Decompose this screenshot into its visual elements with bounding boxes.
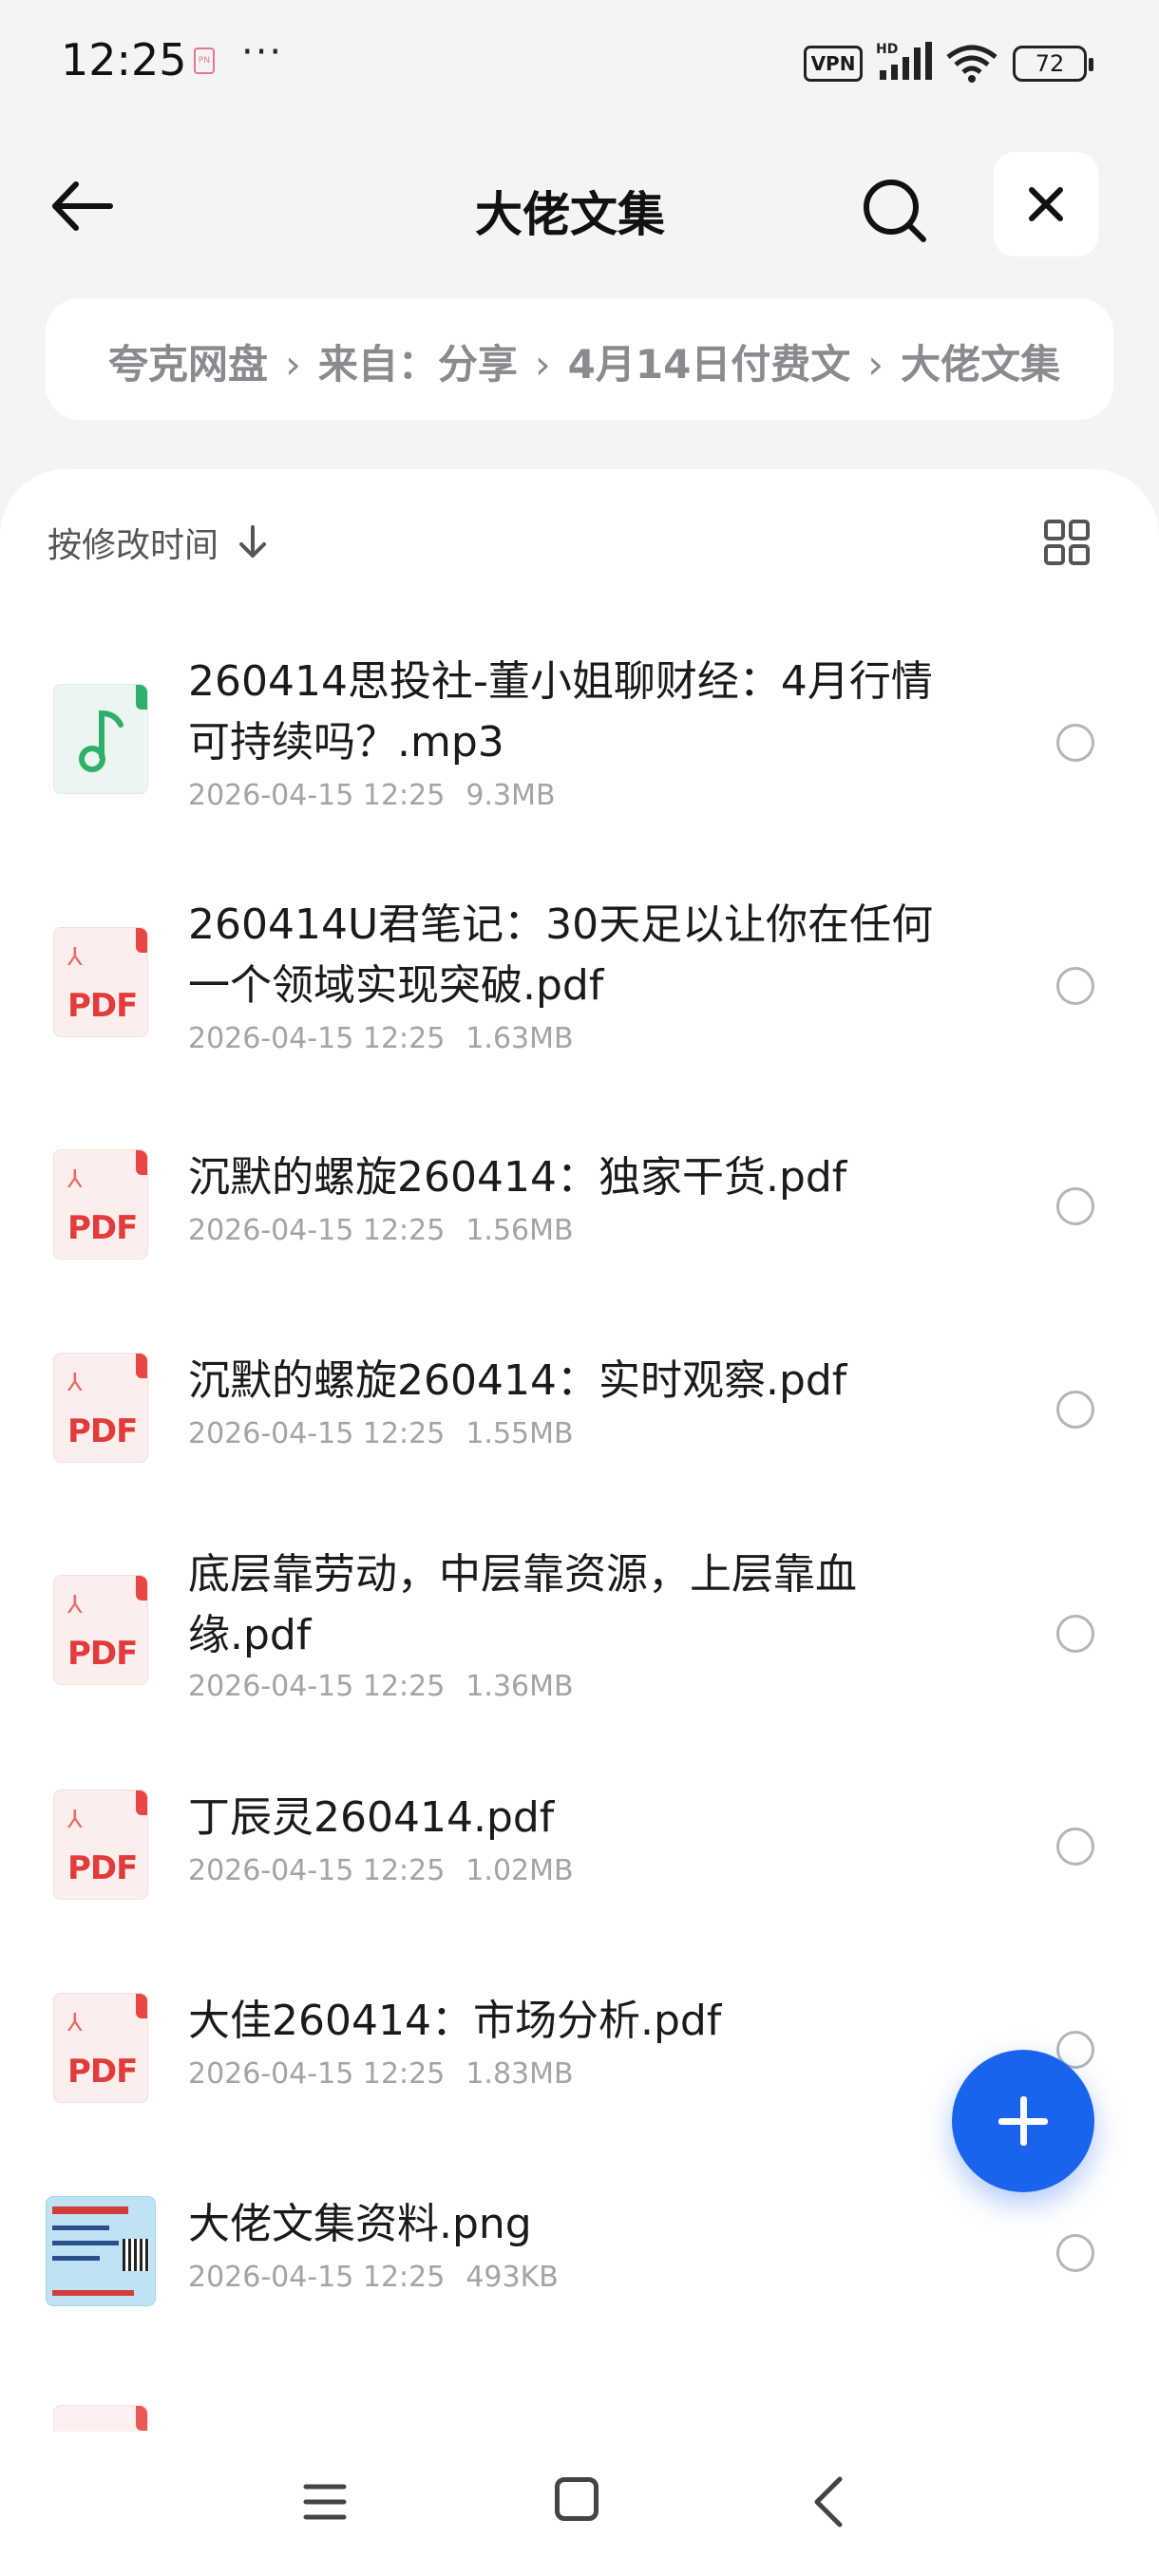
pdf-file-icon: ⅄ PDF [53,927,148,1037]
breadcrumb-separator: › [285,341,301,388]
select-checkbox[interactable] [1056,1187,1094,1225]
sort-button[interactable]: 按修改时间 [48,519,268,566]
breadcrumb-item-current[interactable]: 大佬文集 [901,332,1060,390]
status-time: 12:25 [61,34,187,85]
file-row[interactable]: ⅄ PDF 丁辰灵260414.pdf 2026-04-15 12:25 1.02M… [0,1774,1159,1945]
select-checkbox[interactable] [1056,1828,1094,1866]
file-date: 2026-04-15 12:25 [188,1417,446,1450]
breadcrumb-separator: › [867,341,884,388]
select-checkbox[interactable] [1056,1615,1094,1653]
select-checkbox[interactable] [1056,2234,1094,2272]
file-meta: 2026-04-15 12:25 1.63MB [188,1022,574,1055]
file-name: 沉默的螺旋260414：独家干货.pdf [188,1153,847,1202]
file-size: 1.36MB [466,1670,574,1703]
file-name: 底层靠劳动，中层靠资源，上层靠血缘.pdf [188,1550,857,1659]
file-date: 2026-04-15 12:25 [188,2057,446,2091]
file-size: 493KB [466,2261,559,2294]
file-date: 2026-04-15 12:25 [188,1670,446,1703]
system-nav-bar [0,2432,1159,2576]
back-icon[interactable] [809,2475,847,2529]
file-date: 2026-04-15 12:25 [188,1214,446,1247]
search-icon[interactable] [855,171,935,247]
file-browser-screen: 12:25 PN ··· VPN HD 72 大佬文集 夸克网盘 › 来自：分享… [0,0,1159,2576]
breadcrumb-separator: › [534,341,551,388]
breadcrumb-item-root[interactable]: 夸克网盘 [108,332,268,390]
file-meta: 2026-04-15 12:25 1.83MB [188,2057,574,2091]
pdf-file-icon: ⅄ PDF [53,1993,148,2103]
file-name: 大佬文集资料.png [188,2200,532,2248]
cellular-signal-icon: HD [876,42,932,80]
close-button[interactable] [994,152,1098,256]
file-size: 1.56MB [466,1214,574,1247]
page-title: 大佬文集 [475,187,665,242]
file-size: 1.55MB [466,1417,574,1450]
select-checkbox[interactable] [1056,967,1094,1005]
file-meta: 2026-04-15 12:25 1.56MB [188,1214,574,1247]
file-date: 2026-04-15 12:25 [188,779,446,812]
wifi-icon [946,45,998,83]
file-size: 1.63MB [466,1022,574,1055]
arrow-down-icon [239,525,267,558]
file-row[interactable]: ⅄ PDF 底层靠劳动，中层靠资源，上层靠血缘.pdf 2026-04-15 12… [0,1533,1159,1742]
pdf-file-icon: ⅄ PDF [53,1353,148,1463]
file-date: 2026-04-15 12:25 [188,1022,446,1055]
file-size: 9.3MB [466,779,556,812]
pdf-file-icon: ⅄ PDF [53,1790,148,1900]
file-row[interactable]: ⅄ PDF 沉默的螺旋260414：独家干货.pdf 2026-04-15 12:… [0,1134,1159,1305]
file-meta: 2026-04-15 12:25 1.02MB [188,1854,574,1887]
file-name: 260414U君笔记：30天足以让你在任何一个领域实现突破.pdf [188,900,934,1010]
pdf-file-icon: ⅄ PDF [53,1149,148,1260]
top-app-bar: 大佬文集 [0,152,1159,258]
status-bar: 12:25 PN ··· VPN HD 72 [0,0,1159,123]
breadcrumb-item-folder[interactable]: 4月14日付费文 [568,332,851,390]
file-meta: 2026-04-15 12:25 1.55MB [188,1417,574,1450]
file-name: 沉默的螺旋260414：实时观察.pdf [188,1356,847,1405]
music-note-icon [79,710,124,772]
file-size: 1.02MB [466,1854,574,1887]
breadcrumb-item-share[interactable]: 来自：分享 [318,332,518,390]
vpn-icon: VPN [804,46,863,82]
file-meta: 2026-04-15 12:25 9.3MB [188,779,556,812]
file-size: 1.83MB [466,2057,574,2091]
image-thumbnail [46,2196,156,2306]
add-button[interactable] [952,2050,1094,2192]
home-icon[interactable] [555,2477,598,2521]
breadcrumb: 夸克网盘 › 来自：分享 › 4月14日付费文 › 大佬文集 [46,298,1113,420]
notification-app-icon: PN [194,47,215,74]
more-notifications-icon: ··· [241,30,284,74]
file-row[interactable]: 260414思投社-董小姐聊财经：4月行情可持续吗？.mp3 2026-04-1… [0,640,1159,859]
file-name: 丁辰灵260414.pdf [188,1793,555,1842]
file-name: 260414思投社-董小姐聊财经：4月行情可持续吗？.mp3 [188,657,933,767]
grid-view-icon[interactable] [1043,519,1091,566]
file-date: 2026-04-15 12:25 [188,2261,446,2294]
sort-label: 按修改时间 [48,526,219,565]
file-row[interactable]: ⅄ PDF 沉默的螺旋260414：实时观察.pdf 2026-04-15 12:… [0,1337,1159,1508]
svg-text:HD: HD [876,42,898,57]
select-checkbox[interactable] [1056,724,1094,762]
menu-icon[interactable] [302,2479,348,2525]
file-name: 大佳260414：市场分析.pdf [188,1997,722,2045]
select-checkbox[interactable] [1056,1391,1094,1429]
file-row[interactable]: ⅄ PDF 260414U君笔记：30天足以让你在任何一个领域实现突破.pdf 2… [0,883,1159,1102]
pdf-file-icon: ⅄ PDF [53,1575,148,1685]
file-meta: 2026-04-15 12:25 1.36MB [188,1670,574,1703]
file-meta: 2026-04-15 12:25 493KB [188,2261,559,2294]
file-date: 2026-04-15 12:25 [188,1854,446,1887]
close-icon [1029,187,1063,221]
battery-icon: 72 [1013,46,1093,82]
file-row[interactable]: 大佬文集资料.png 2026-04-15 12:25 493KB [0,2181,1159,2352]
audio-file-icon [53,684,148,794]
